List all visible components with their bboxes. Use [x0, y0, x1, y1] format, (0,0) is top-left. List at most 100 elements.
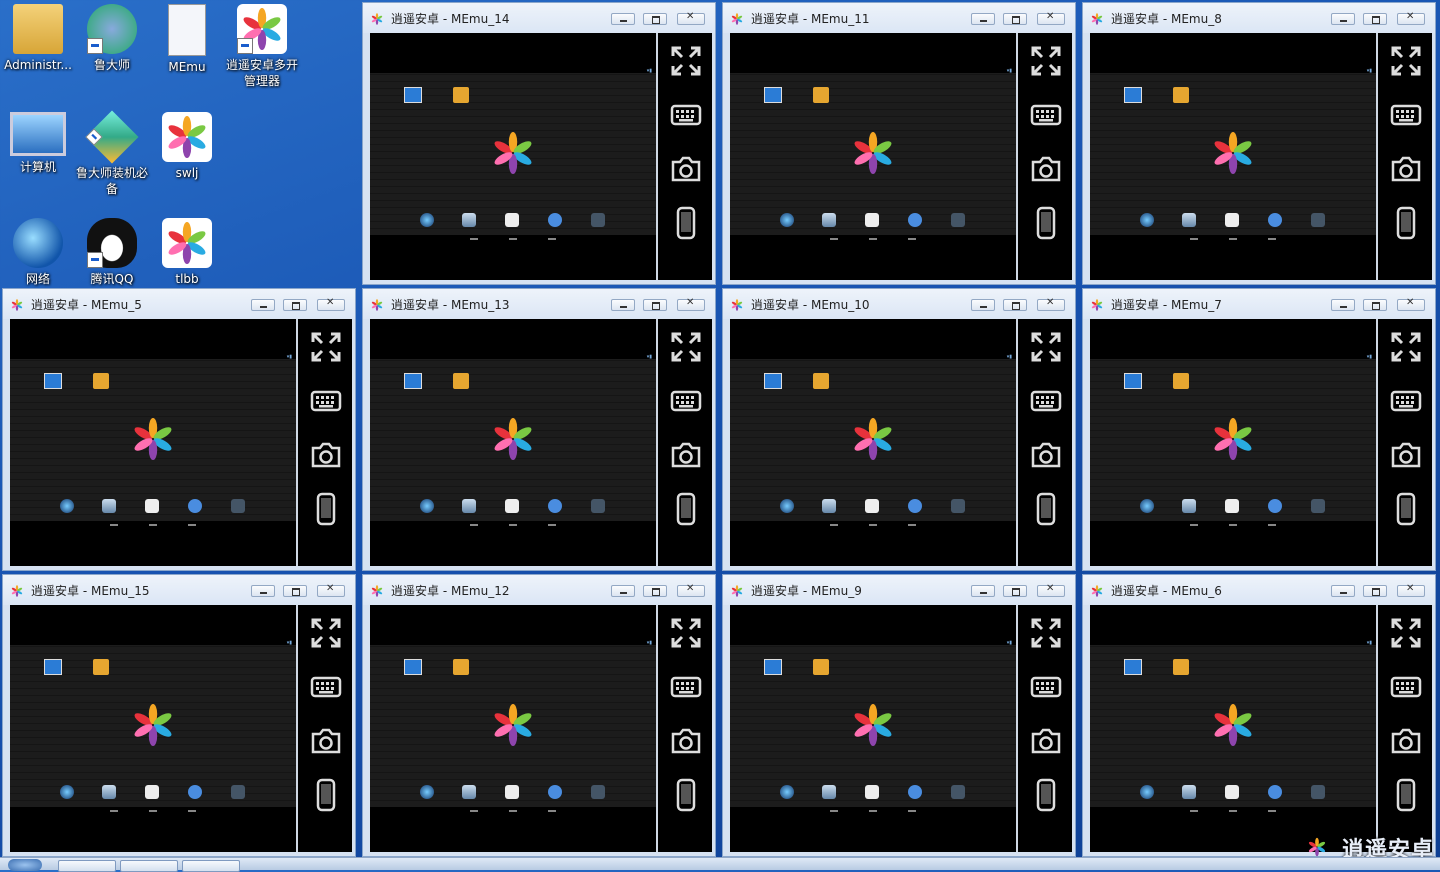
app-store-icon[interactable] — [505, 213, 519, 227]
window-titlebar[interactable]: 逍遥安卓 - MEmu_8 — [1083, 3, 1435, 33]
home-nav-icon[interactable] — [509, 810, 517, 812]
close-button[interactable] — [677, 583, 705, 597]
app-icon-game[interactable] — [93, 373, 109, 389]
recent-nav-icon[interactable] — [908, 238, 916, 240]
emulator-window[interactable]: 逍遥安卓 - MEmu_11 ▾▮ — [722, 2, 1076, 285]
browser-icon[interactable] — [780, 499, 794, 513]
emulator-window[interactable]: 逍遥安卓 - MEmu_5 ▾▮ — [2, 288, 356, 571]
desktop-icon[interactable]: 网络 — [0, 218, 76, 287]
emulator-window[interactable]: 逍遥安卓 - MEmu_10 ▾▮ — [722, 288, 1076, 571]
fullscreen-icon[interactable] — [669, 330, 703, 364]
fullscreen-icon[interactable] — [669, 44, 703, 78]
help-icon[interactable] — [548, 785, 562, 799]
browser-icon[interactable] — [420, 499, 434, 513]
minimize-button[interactable] — [971, 585, 995, 597]
browser-icon[interactable] — [60, 785, 74, 799]
help-icon[interactable] — [188, 499, 202, 513]
fullscreen-icon[interactable] — [1029, 330, 1063, 364]
back-nav-icon[interactable] — [470, 238, 478, 240]
window-titlebar[interactable]: 逍遥安卓 - MEmu_6 — [1083, 575, 1435, 605]
recent-nav-icon[interactable] — [1268, 238, 1276, 240]
window-titlebar[interactable]: 逍遥安卓 - MEmu_7 — [1083, 289, 1435, 319]
emulator-window[interactable]: 逍遥安卓 - MEmu_15 ▾▮ — [2, 574, 356, 857]
help-icon[interactable] — [188, 785, 202, 799]
desktop-icon[interactable]: Administr... — [0, 4, 76, 73]
home-nav-icon[interactable] — [509, 238, 517, 240]
help-icon[interactable] — [908, 499, 922, 513]
desktop-icon[interactable]: 逍遥安卓多开管理器 — [224, 4, 300, 89]
close-button[interactable] — [317, 583, 345, 597]
android-screen[interactable]: ▾▮ — [730, 33, 1016, 280]
android-screen[interactable]: ▾▮ — [1090, 319, 1376, 566]
taskbar-item[interactable] — [58, 860, 116, 872]
home-nav-icon[interactable] — [869, 238, 877, 240]
phone-icon[interactable] — [1389, 778, 1423, 812]
app-store-icon[interactable] — [865, 499, 879, 513]
app-icon-computer[interactable] — [764, 659, 782, 675]
back-nav-icon[interactable] — [110, 524, 118, 526]
android-screen[interactable]: ▾▮ — [1090, 605, 1376, 852]
desktop-icon[interactable]: MEmu — [149, 4, 225, 75]
fullscreen-icon[interactable] — [1029, 616, 1063, 650]
taskbar[interactable] — [0, 857, 1440, 872]
camera-icon[interactable] — [309, 724, 343, 758]
window-titlebar[interactable]: 逍遥安卓 - MEmu_13 — [363, 289, 715, 319]
settings-icon[interactable] — [231, 785, 245, 799]
keyboard-icon[interactable] — [309, 384, 343, 418]
desktop-icon[interactable]: swlj — [149, 112, 225, 181]
keyboard-icon[interactable] — [1029, 384, 1063, 418]
emulator-window[interactable]: 逍遥安卓 - MEmu_13 ▾▮ — [362, 288, 716, 571]
app-icon-computer[interactable] — [1124, 659, 1142, 675]
minimize-button[interactable] — [611, 13, 635, 25]
keyboard-icon[interactable] — [1389, 384, 1423, 418]
recent-nav-icon[interactable] — [548, 810, 556, 812]
keyboard-icon[interactable] — [309, 670, 343, 704]
minimize-button[interactable] — [251, 299, 275, 311]
taskbar-item[interactable] — [120, 860, 178, 872]
browser-icon[interactable] — [420, 213, 434, 227]
back-nav-icon[interactable] — [470, 810, 478, 812]
folder-icon[interactable] — [822, 213, 836, 227]
browser-icon[interactable] — [1140, 785, 1154, 799]
maximize-button[interactable] — [1003, 585, 1027, 597]
app-icon-game[interactable] — [93, 659, 109, 675]
app-icon-game[interactable] — [1173, 87, 1189, 103]
folder-icon[interactable] — [1182, 785, 1196, 799]
start-button[interactable] — [8, 859, 42, 871]
home-nav-icon[interactable] — [509, 524, 517, 526]
minimize-button[interactable] — [1331, 299, 1355, 311]
home-nav-icon[interactable] — [869, 810, 877, 812]
window-titlebar[interactable]: 逍遥安卓 - MEmu_12 — [363, 575, 715, 605]
phone-icon[interactable] — [669, 206, 703, 240]
minimize-button[interactable] — [1331, 585, 1355, 597]
maximize-button[interactable] — [643, 13, 667, 25]
settings-icon[interactable] — [231, 499, 245, 513]
recent-nav-icon[interactable] — [548, 238, 556, 240]
home-nav-icon[interactable] — [1229, 238, 1237, 240]
app-icon-game[interactable] — [1173, 659, 1189, 675]
app-icon-computer[interactable] — [1124, 373, 1142, 389]
desktop-icon[interactable]: 腾讯QQ — [74, 218, 150, 287]
home-nav-icon[interactable] — [149, 810, 157, 812]
app-store-icon[interactable] — [505, 499, 519, 513]
minimize-button[interactable] — [1331, 13, 1355, 25]
app-icon-game[interactable] — [1173, 373, 1189, 389]
keyboard-icon[interactable] — [669, 670, 703, 704]
fullscreen-icon[interactable] — [309, 616, 343, 650]
app-icon-computer[interactable] — [404, 659, 422, 675]
folder-icon[interactable] — [102, 499, 116, 513]
phone-icon[interactable] — [1029, 492, 1063, 526]
android-screen[interactable]: ▾▮ — [730, 319, 1016, 566]
camera-icon[interactable] — [1029, 724, 1063, 758]
phone-icon[interactable] — [669, 778, 703, 812]
desktop-icon[interactable]: tlbb — [149, 218, 225, 287]
camera-icon[interactable] — [669, 724, 703, 758]
home-nav-icon[interactable] — [1229, 524, 1237, 526]
browser-icon[interactable] — [1140, 499, 1154, 513]
fullscreen-icon[interactable] — [309, 330, 343, 364]
app-icon-computer[interactable] — [1124, 87, 1142, 103]
folder-icon[interactable] — [1182, 213, 1196, 227]
app-store-icon[interactable] — [1225, 499, 1239, 513]
window-titlebar[interactable]: 逍遥安卓 - MEmu_14 — [363, 3, 715, 33]
app-icon-computer[interactable] — [764, 87, 782, 103]
